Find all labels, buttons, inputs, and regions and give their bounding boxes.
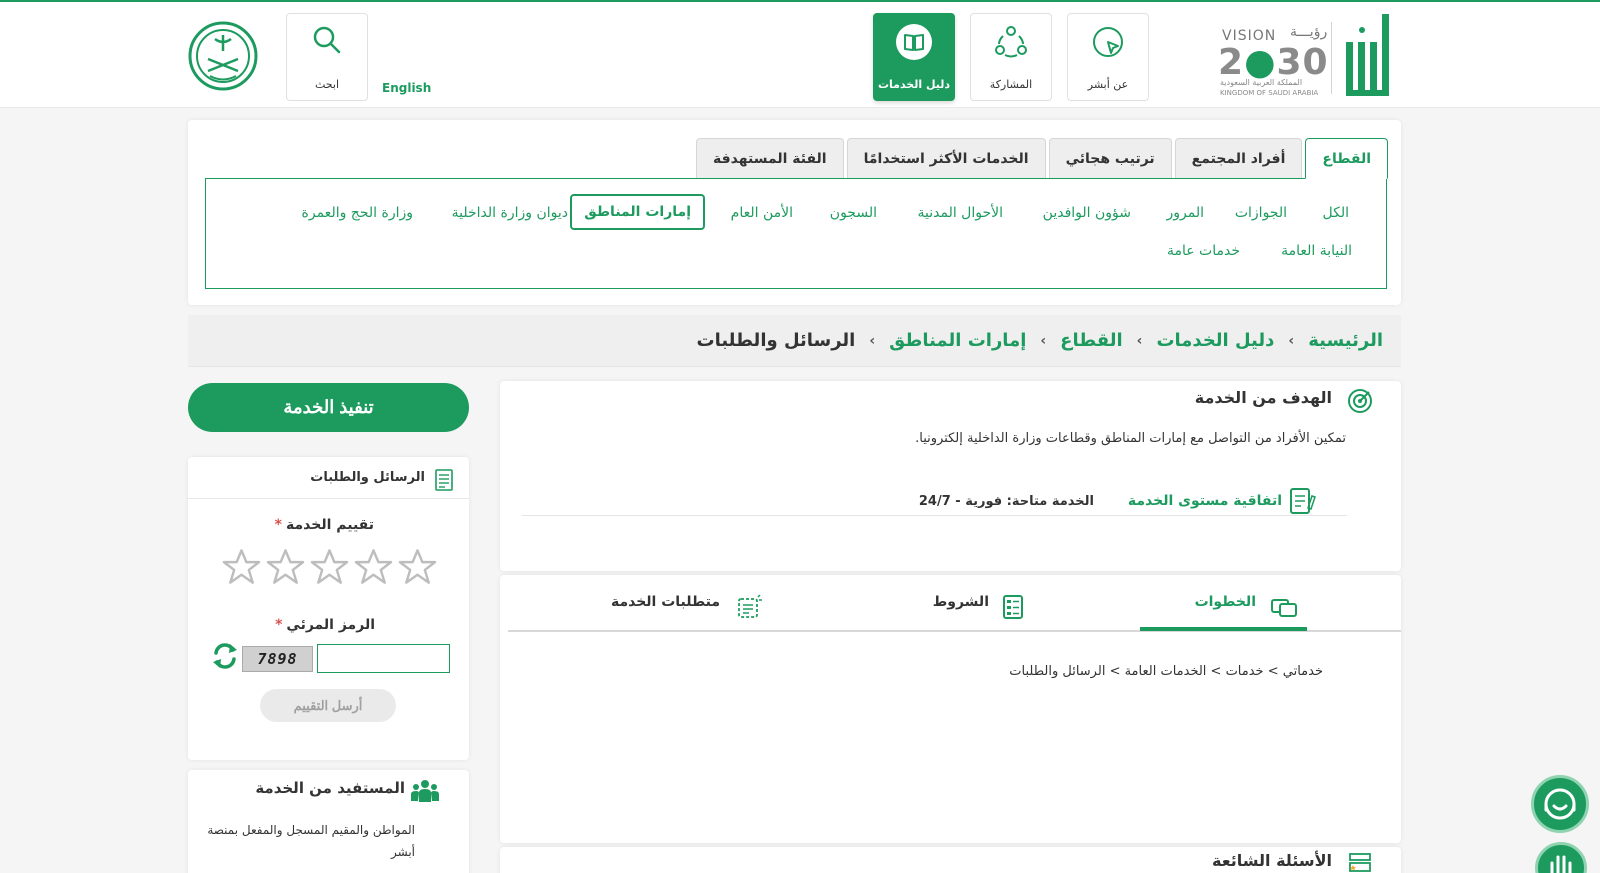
breadcrumb-separator: › — [869, 332, 876, 349]
rating-label: تقييم الخدمة* — [274, 517, 374, 533]
tab-sector[interactable]: القطاع — [1305, 138, 1388, 179]
ministry-emblem — [188, 21, 258, 91]
requirements-icon — [738, 594, 762, 618]
star-icon[interactable] — [222, 548, 261, 586]
location-icon — [1093, 27, 1123, 57]
nav-participation[interactable]: المشاركة — [970, 13, 1052, 101]
breadcrumb-separator: › — [1136, 332, 1143, 349]
faq-title[interactable]: الأسئلة الشائعة — [1212, 851, 1332, 870]
vision-2030-logo: 2●30 — [1218, 42, 1329, 83]
star-icon[interactable] — [398, 548, 437, 586]
breadcrumb-home[interactable]: الرئيسية — [1308, 330, 1383, 351]
captcha-label: الرمز المرئي* — [275, 617, 375, 633]
filter-tabs: القطاع أفراد المجتمع ترتيب هجائي الخدمات… — [696, 138, 1388, 179]
nav-services-guide-label: دليل الخدمات — [877, 78, 951, 91]
breadcrumb-sector[interactable]: القطاع — [1060, 330, 1122, 351]
tab-most-used[interactable]: الخدمات الأكثر استخدامًا — [846, 138, 1046, 178]
tab-service-requirements[interactable]: متطلبات الخدمة — [611, 594, 720, 610]
tab-community-members[interactable]: أفراد المجتمع — [1174, 138, 1303, 178]
search-button[interactable]: ابحث — [286, 13, 368, 101]
users-icon — [411, 780, 439, 802]
required-mark: * — [275, 617, 283, 633]
captcha-image: 7898 — [242, 646, 313, 672]
breadcrumb-separator: › — [1040, 332, 1047, 349]
star-icon[interactable] — [310, 548, 349, 586]
sector-prisons[interactable]: السجون — [830, 205, 877, 221]
absher-logo[interactable] — [1336, 12, 1394, 98]
tab-alphabetical[interactable]: ترتيب هجائي — [1048, 138, 1172, 178]
breadcrumb-services-guide[interactable]: دليل الخدمات — [1156, 330, 1274, 351]
star-rating[interactable] — [222, 548, 437, 586]
breadcrumb: الرئيسية › دليل الخدمات › القطاع › إمارا… — [696, 330, 1383, 351]
sector-public-prosecution[interactable]: النيابة العامة — [1281, 243, 1352, 259]
beneficiary-title: المستفيد من الخدمة — [255, 779, 405, 797]
tab-target-group[interactable]: الفئة المستهدفة — [696, 138, 844, 178]
hand-icon — [1550, 855, 1572, 873]
sector-passports[interactable]: الجوازات — [1235, 205, 1287, 221]
beneficiary-description: المواطن والمقيم المسجل والمفعل بمنصة أبش… — [207, 823, 415, 859]
sign-language-button[interactable] — [1535, 842, 1587, 873]
search-icon — [313, 26, 341, 54]
book-icon — [896, 24, 932, 60]
breadcrumb-current: الرسائل والطلبات — [696, 330, 856, 351]
sector-civil-affairs[interactable]: الأحوال المدنية — [918, 205, 1004, 221]
sector-hajj-umrah[interactable]: وزارة الحج والعمرة — [302, 205, 413, 221]
logo-divider — [1331, 22, 1332, 94]
required-mark: * — [274, 517, 282, 533]
service-path: خدماتي > خدمات > الخدمات العامة > الرسائ… — [1009, 664, 1323, 679]
participation-icon — [995, 26, 1027, 58]
document-check-icon — [1290, 488, 1316, 514]
rating-card-title: الرسائل والطلبات — [310, 470, 425, 485]
conditions-icon — [1003, 595, 1023, 619]
sector-general-services[interactable]: خدمات عامة — [1167, 243, 1240, 259]
nav-services-guide[interactable]: دليل الخدمات — [873, 13, 955, 101]
nav-about-absher[interactable]: عن أبشر — [1067, 13, 1149, 101]
divider — [188, 498, 469, 499]
send-rating-button[interactable]: أرسل التقييم — [260, 689, 396, 722]
service-details-card — [500, 575, 1401, 843]
nav-participation-label: المشاركة — [989, 78, 1033, 91]
captcha-input[interactable] — [317, 644, 450, 673]
nav-about-label: عن أبشر — [1087, 78, 1129, 91]
tab-conditions[interactable]: الشروط — [933, 594, 989, 610]
chat-support-button[interactable] — [1531, 775, 1589, 833]
sector-traffic[interactable]: المرور — [1167, 205, 1205, 221]
form-icon — [435, 469, 453, 491]
language-switch-link[interactable]: English — [382, 81, 431, 95]
breadcrumb-separator: › — [1288, 332, 1295, 349]
divider — [522, 515, 1347, 516]
service-goal-description: تمكين الأفراد من التواصل مع إمارات المنا… — [915, 431, 1346, 446]
sla-title[interactable]: اتفاقية مستوى الخدمة — [1128, 493, 1282, 509]
faq-icon — [1349, 853, 1371, 872]
vision-arabic: رؤيـــة — [1290, 24, 1328, 40]
execute-service-button[interactable]: تنفيذ الخدمة — [188, 383, 469, 432]
sector-regional-emirates[interactable]: إمارات المناطق — [570, 194, 705, 230]
star-icon[interactable] — [266, 548, 305, 586]
sector-expatriates[interactable]: شؤون الوافدين — [1043, 205, 1131, 221]
breadcrumb-regional-emirates[interactable]: إمارات المناطق — [889, 330, 1026, 351]
search-label: ابحث — [314, 78, 340, 91]
sector-panel — [205, 178, 1387, 289]
target-icon — [1348, 389, 1372, 413]
vision-country-en: KINGDOM OF SAUDI ARABIA — [1220, 89, 1319, 97]
active-tab-indicator — [1140, 627, 1307, 631]
site-header: VISION رؤيـــة 2●30 المملكة العربية السع… — [0, 2, 1600, 108]
sector-all[interactable]: الكل — [1323, 205, 1350, 221]
vision-country-ar: المملكة العربية السعودية — [1220, 78, 1303, 87]
service-goal-title: الهدف من الخدمة — [1194, 388, 1332, 407]
tab-steps[interactable]: الخطوات — [1195, 594, 1256, 610]
sector-public-security[interactable]: الأمن العام — [731, 205, 793, 221]
refresh-captcha-icon[interactable] — [211, 641, 239, 671]
steps-icon — [1271, 599, 1297, 617]
service-goal-card — [500, 381, 1401, 571]
chatbot-icon — [1544, 788, 1576, 820]
sector-moi-diwan[interactable]: ديوان وزارة الداخلية — [452, 205, 568, 221]
service-availability: الخدمة متاحة: فورية - 24/7 — [918, 494, 1094, 509]
star-icon[interactable] — [354, 548, 393, 586]
